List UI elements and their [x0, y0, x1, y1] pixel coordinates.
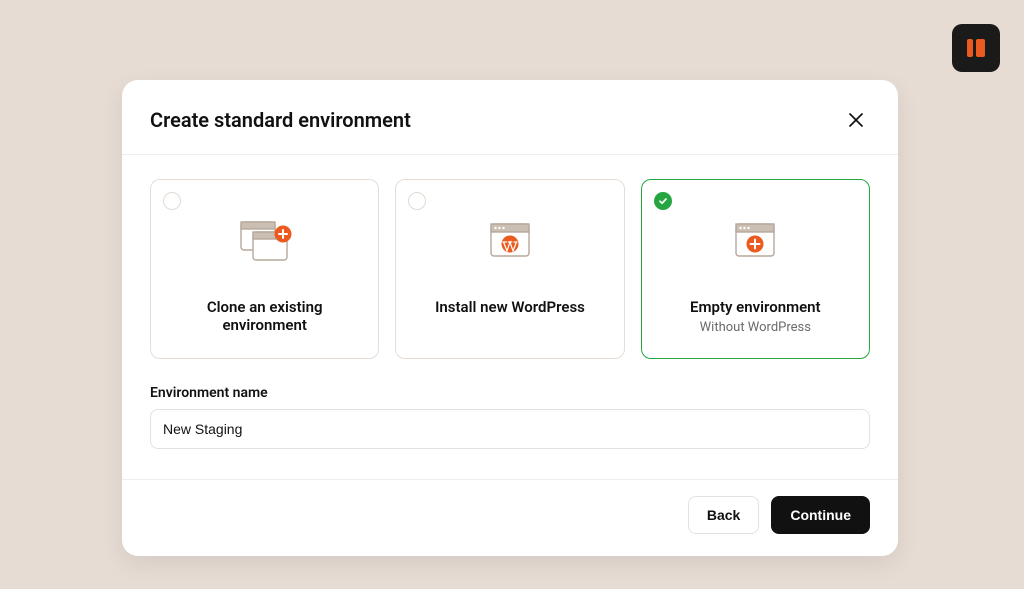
option-empty-labels: Empty environment Without WordPress [690, 290, 821, 338]
option-wordpress-icon [410, 194, 609, 290]
modal-footer: Back Continue [122, 479, 898, 556]
option-empty-icon [656, 194, 855, 290]
checkmark-icon [658, 196, 668, 206]
option-clone-existing[interactable]: Clone an existing environment [150, 179, 379, 359]
option-empty-subtitle: Without WordPress [700, 320, 811, 335]
option-empty-title: Empty environment [690, 298, 821, 316]
modal-body: Clone an existing environment [122, 155, 898, 479]
environment-name-label: Environment name [150, 385, 870, 401]
option-clone-title: Clone an existing environment [165, 298, 364, 334]
brand-badge [952, 24, 1000, 72]
create-environment-modal: Create standard environment [122, 80, 898, 556]
option-empty-environment[interactable]: Empty environment Without WordPress [641, 179, 870, 359]
brand-icon [963, 35, 989, 61]
close-icon [849, 113, 863, 127]
continue-button[interactable]: Continue [771, 496, 870, 534]
close-button[interactable] [842, 106, 870, 134]
radio-empty [654, 192, 672, 210]
modal-title: Create standard environment [150, 108, 411, 132]
option-row: Clone an existing environment [150, 179, 870, 359]
option-clone-labels: Clone an existing environment [165, 290, 364, 338]
radio-clone [163, 192, 181, 210]
modal-header: Create standard environment [122, 80, 898, 155]
option-wordpress-labels: Install new WordPress [435, 290, 585, 338]
option-clone-icon [165, 194, 364, 290]
option-install-wordpress[interactable]: Install new WordPress [395, 179, 624, 359]
option-wordpress-title: Install new WordPress [435, 298, 585, 316]
environment-name-input[interactable] [150, 409, 870, 449]
back-button[interactable]: Back [688, 496, 759, 534]
